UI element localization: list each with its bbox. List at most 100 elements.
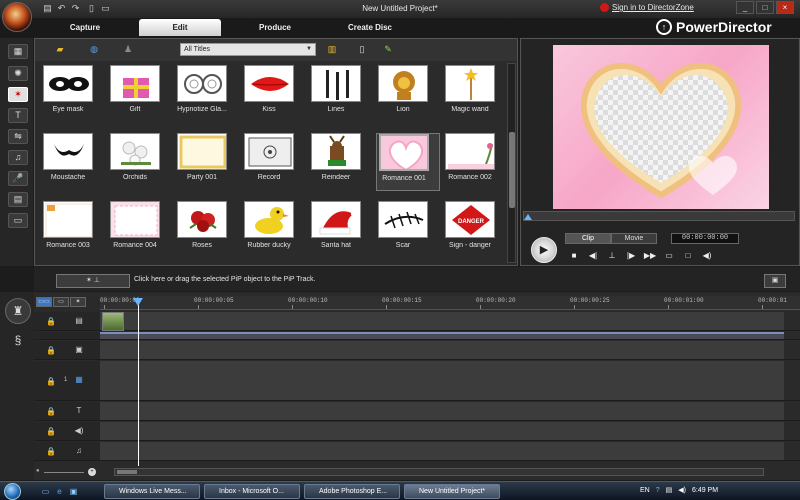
pip-object-item[interactable]: Romance 002: [443, 133, 507, 191]
chapter-room-icon[interactable]: ▤: [8, 192, 28, 207]
media-room-icon[interactable]: ▦: [8, 44, 28, 59]
pip-object-thumbnail[interactable]: [311, 65, 361, 102]
new-icon[interactable]: ▯: [86, 3, 97, 14]
maximize-button[interactable]: □: [756, 1, 774, 14]
import-folder-icon[interactable]: ▰: [53, 43, 67, 55]
lock-icon[interactable]: 🔒: [46, 317, 56, 326]
clip-mode-button[interactable]: Clip: [565, 233, 611, 244]
lock-icon[interactable]: 🔒: [46, 377, 56, 386]
upgrade-icon[interactable]: ↑: [656, 19, 672, 35]
snapshot-icon[interactable]: ▭: [662, 250, 676, 262]
start-button[interactable]: [4, 483, 21, 500]
pip-object-item[interactable]: Romance 003: [41, 201, 105, 259]
pip-object-thumbnail[interactable]: [244, 201, 294, 238]
pip-designer-icon[interactable]: ✎: [381, 43, 395, 55]
fullscreen-icon[interactable]: □: [681, 250, 695, 262]
pip-object-item[interactable]: Reindeer: [309, 133, 373, 191]
pip-object-thumbnail[interactable]: [378, 65, 428, 102]
lock-icon[interactable]: 🔒: [46, 407, 56, 416]
pip-object-thumbnail[interactable]: [110, 133, 160, 170]
stop-icon[interactable]: ■: [567, 250, 581, 262]
play-button[interactable]: ▶: [531, 237, 557, 263]
globe-icon[interactable]: ◍: [87, 43, 101, 55]
effect-room-icon[interactable]: ✺: [8, 66, 28, 81]
pip-object-item[interactable]: Party 001: [175, 133, 239, 191]
timecode-display[interactable]: 00:00:00:00: [671, 233, 739, 244]
next-frame-icon[interactable]: |▶: [624, 250, 638, 262]
tab-produce[interactable]: Produce: [234, 19, 316, 36]
pip-track-body[interactable]: [100, 361, 784, 400]
pip-object-thumbnail[interactable]: [379, 134, 429, 171]
timeline-view-button[interactable]: ▭▭: [36, 297, 52, 307]
video-clip[interactable]: [102, 312, 124, 331]
pip-object-thumbnail[interactable]: [445, 65, 495, 102]
voice-track-body[interactable]: [100, 422, 784, 440]
task-outlook-inbox[interactable]: Inbox - Microsoft O...: [204, 484, 300, 499]
pip-objects-room-icon[interactable]: ✶: [8, 87, 28, 102]
effect-track-body[interactable]: [100, 341, 784, 359]
scrollbar-thumb[interactable]: [509, 132, 515, 208]
signin-link[interactable]: Sign in to DirectorZone: [600, 3, 694, 12]
task-powerdirector[interactable]: New Untitled Project*: [404, 484, 500, 499]
timeline-mode-icon[interactable]: ♜: [5, 298, 31, 324]
pip-object-item[interactable]: Record: [242, 133, 306, 191]
task-windows-live-messenger[interactable]: Windows Live Mess...: [104, 484, 200, 499]
pip-object-thumbnail[interactable]: [110, 201, 160, 238]
pip-settings-icon[interactable]: ▣: [764, 274, 786, 288]
pip-object-item[interactable]: Moustache: [41, 133, 105, 191]
pip-object-item[interactable]: Rubber ducky: [242, 201, 306, 259]
pip-object-item[interactable]: Scar: [376, 201, 440, 259]
pip-object-thumbnail[interactable]: [177, 65, 227, 102]
internet-explorer-icon[interactable]: e: [54, 486, 65, 497]
voice-over-room-icon[interactable]: 🎤: [8, 171, 28, 186]
pip-object-thumbnail[interactable]: [311, 133, 361, 170]
clock[interactable]: 6:49 PM: [692, 487, 718, 494]
minimize-button[interactable]: _: [736, 1, 754, 14]
scrollbar-thumb[interactable]: [117, 470, 137, 474]
app-logo-icon[interactable]: [2, 2, 32, 32]
subtitle-room-icon[interactable]: ▭: [8, 213, 28, 228]
language-indicator[interactable]: EN: [640, 487, 650, 494]
tab-edit[interactable]: Edit: [139, 19, 221, 36]
zoom-track[interactable]: [44, 472, 84, 473]
video-track-body[interactable]: [100, 312, 784, 330]
pip-object-thumbnail[interactable]: [244, 133, 294, 170]
volume-icon[interactable]: ◀): [700, 250, 714, 262]
title-filter-select[interactable]: All Titles ▼: [180, 43, 316, 56]
storyboard-mode-icon[interactable]: §: [5, 328, 31, 354]
network-icon[interactable]: ▤: [666, 486, 673, 494]
playhead[interactable]: [133, 298, 143, 466]
pip-object-thumbnail[interactable]: [177, 133, 227, 170]
timeline-ruler[interactable]: 00:00:00:00 00:00:00:05 00:00:00:10 00:00:0…: [100, 296, 800, 310]
zoom-out-icon[interactable]: ●: [36, 468, 40, 474]
pip-object-thumbnail[interactable]: [110, 65, 160, 102]
lock-icon[interactable]: 🔒: [46, 447, 56, 456]
task-photoshop[interactable]: Adobe Photoshop E...: [304, 484, 400, 499]
title-track-body[interactable]: [100, 402, 784, 420]
pip-object-thumbnail[interactable]: [378, 201, 428, 238]
help-icon[interactable]: ?: [656, 487, 660, 494]
playhead-handle[interactable]: [133, 298, 143, 306]
filmstrip-icon[interactable]: ▥: [325, 43, 339, 55]
pip-object-thumbnail[interactable]: [311, 201, 361, 238]
library-scrollbar[interactable]: [507, 63, 516, 263]
tab-create-disc[interactable]: Create Disc: [329, 19, 411, 36]
pip-object-item[interactable]: Roses: [175, 201, 239, 259]
lock-icon[interactable]: 🔒: [46, 346, 56, 355]
volume-tray-icon[interactable]: ◀): [678, 486, 686, 494]
previous-frame-icon[interactable]: ◀|: [586, 250, 600, 262]
pip-object-item[interactable]: Romance 004: [108, 201, 172, 259]
pip-object-item[interactable]: DANGER Sign - danger: [443, 201, 507, 259]
movie-mode-button[interactable]: Movie: [611, 233, 657, 244]
split-icon[interactable]: ⊥: [605, 250, 619, 262]
title-room-icon[interactable]: T: [8, 108, 28, 123]
mark-icon[interactable]: ✶: [70, 297, 86, 307]
user-icon[interactable]: ♟: [121, 43, 135, 55]
pip-object-item[interactable]: Magic wand: [443, 65, 507, 123]
scrubber-marker[interactable]: [524, 214, 532, 220]
pip-object-item[interactable]: Hypnotize Gla...: [175, 65, 239, 123]
zoom-in-icon[interactable]: +: [88, 468, 96, 476]
show-desktop-icon[interactable]: ▭: [40, 486, 51, 497]
lock-icon[interactable]: 🔒: [46, 427, 56, 436]
effect-lane-body[interactable]: [100, 332, 784, 339]
